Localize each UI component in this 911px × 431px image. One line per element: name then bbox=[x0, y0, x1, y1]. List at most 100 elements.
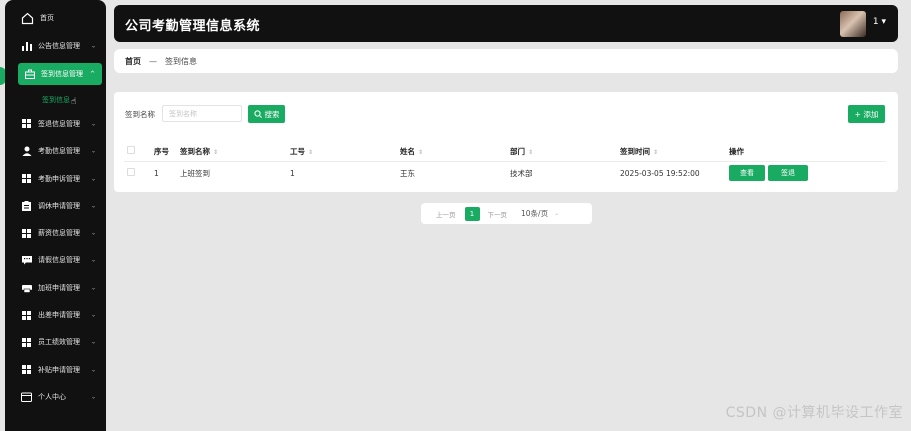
sidebar-item-label: 薪资信息管理 bbox=[38, 229, 80, 238]
sidebar-item-overtime[interactable]: 加班申请管理 ⌄ bbox=[5, 274, 106, 301]
col-name[interactable]: 签到名称 ⇕ bbox=[180, 142, 290, 162]
breadcrumb-home[interactable]: 首页 bbox=[125, 56, 141, 67]
message-icon bbox=[21, 255, 32, 266]
sidebar-subitem-checkin-info[interactable]: 签到信息 ☝ bbox=[5, 89, 106, 110]
grid-icon bbox=[21, 118, 32, 129]
chevron-down-icon: ⌄ bbox=[90, 393, 96, 401]
chevron-down-icon: ⌄ bbox=[90, 284, 96, 292]
pointer-cursor-icon: ☝ bbox=[71, 97, 77, 108]
next-page-button[interactable]: 下一页 bbox=[488, 209, 508, 219]
chevron-down-icon: ⌄ bbox=[90, 147, 96, 155]
user-icon bbox=[21, 146, 32, 157]
caret-down-icon: ▾ bbox=[881, 17, 886, 27]
user-menu[interactable]: 1 ▾ bbox=[873, 17, 886, 27]
sidebar-item-label: 出差申请管理 bbox=[38, 311, 80, 320]
watermark: CSDN @计算机毕设工作室 bbox=[725, 405, 903, 421]
sort-icon[interactable]: ⇕ bbox=[528, 149, 533, 156]
chevron-up-icon: ^ bbox=[89, 70, 95, 78]
sidebar-subitem-label: 签到信息 bbox=[42, 95, 70, 104]
search-icon bbox=[253, 110, 262, 118]
row-select-cell bbox=[124, 161, 154, 185]
chevron-down-icon: ⌄ bbox=[90, 175, 96, 183]
search-button[interactable]: 搜索 bbox=[248, 105, 285, 123]
sort-icon[interactable]: ⇕ bbox=[418, 149, 423, 156]
sidebar-item-business-trip[interactable]: 出差申请管理 ⌄ bbox=[5, 301, 106, 328]
sidebar-item-label: 考勤信息管理 bbox=[38, 147, 80, 156]
breadcrumb-current: 签到信息 bbox=[165, 56, 197, 66]
chevron-down-icon[interactable]: ⌄ bbox=[554, 210, 559, 217]
chevron-down-icon: ⌄ bbox=[90, 256, 96, 264]
col-dept[interactable]: 部门 ⇕ bbox=[510, 142, 620, 162]
sidebar-item-label: 调休申请管理 bbox=[38, 201, 80, 210]
sidebar-item-label: 请假信息管理 bbox=[38, 256, 80, 265]
sidebar-item-label: 公告信息管理 bbox=[38, 41, 80, 50]
sidebar-item-attendance[interactable]: 考勤信息管理 ⌄ bbox=[5, 138, 106, 165]
sort-icon[interactable]: ⇕ bbox=[213, 149, 218, 156]
prev-page-button[interactable]: 上一页 bbox=[436, 209, 456, 219]
page-size-select[interactable]: 10条/页 bbox=[521, 208, 548, 219]
search-label: 签到名称 bbox=[125, 110, 155, 119]
cell-actions: 查看 签退 bbox=[729, 161, 886, 185]
col-time[interactable]: 签到时间 ⇕ bbox=[620, 142, 729, 162]
sort-icon[interactable]: ⇕ bbox=[308, 149, 313, 156]
select-all-checkbox[interactable] bbox=[127, 146, 135, 155]
sidebar-item-label: 个人中心 bbox=[38, 392, 66, 401]
table-header-row: 序号 签到名称 ⇕ 工号 ⇕ 姓名 ⇕ 部门 ⇕ 签到时间 ⇕ 操作 bbox=[124, 142, 886, 162]
sidebar-item-checkout[interactable]: 签退信息管理 ⌄ bbox=[5, 110, 106, 137]
briefcase-icon bbox=[24, 69, 35, 80]
view-button[interactable]: 查看 bbox=[729, 165, 765, 182]
col-person[interactable]: 姓名 ⇕ bbox=[400, 142, 510, 162]
avatar[interactable] bbox=[840, 11, 866, 37]
grid-icon bbox=[21, 364, 32, 375]
col-index: 序号 bbox=[154, 142, 180, 162]
search-button-label: 搜索 bbox=[264, 109, 280, 119]
chevron-down-icon: ⌄ bbox=[90, 366, 96, 374]
page-1-button[interactable]: 1 bbox=[464, 206, 480, 221]
cell-emp-no: 1 bbox=[290, 168, 295, 178]
clipboard-icon bbox=[21, 200, 32, 211]
grid-icon bbox=[21, 337, 32, 348]
sidebar-item-subsidy[interactable]: 补贴申请管理 ⌄ bbox=[5, 356, 106, 383]
cell-index: 1 bbox=[154, 168, 159, 178]
grid-icon bbox=[21, 173, 32, 184]
sidebar-item-home[interactable]: 首页 bbox=[5, 0, 106, 32]
main-panel: 签到名称 搜索 + 添加 序号 签到名称⇕ 工号⇕ 姓名⇕ 部门⇕ 签到时间⇕ … bbox=[114, 92, 898, 192]
sidebar-item-label: 签退信息管理 bbox=[38, 119, 80, 128]
cell-dept: 技术部 bbox=[510, 168, 533, 178]
sidebar-item-checkin[interactable]: 签到信息管理 ^ bbox=[18, 63, 102, 86]
sidebar-item-leave[interactable]: 请假信息管理 ⌄ bbox=[5, 247, 106, 274]
sidebar-item-appeal[interactable]: 考勤申诉管理 ⌄ bbox=[5, 165, 106, 192]
username: 1 bbox=[872, 17, 879, 27]
sidebar-item-salary[interactable]: 薪资信息管理 ⌄ bbox=[5, 219, 106, 246]
home-icon bbox=[21, 12, 34, 25]
bar-chart-icon bbox=[21, 40, 32, 51]
grid-icon bbox=[21, 228, 32, 239]
printer-icon bbox=[21, 282, 32, 293]
top-header: 公司考勤管理信息系统 1 ▾ bbox=[114, 5, 898, 42]
col-emp-no[interactable]: 工号 ⇕ bbox=[290, 142, 400, 162]
table-row: 1 上班签到 1 王东 技术部 2025-03-05 19:52:00 查看 签退 bbox=[124, 161, 886, 185]
cell-person: 王东 bbox=[400, 168, 415, 178]
sort-icon[interactable]: ⇕ bbox=[653, 149, 658, 156]
row-checkbox[interactable] bbox=[127, 168, 135, 177]
sidebar-item-label: 首页 bbox=[40, 14, 54, 22]
sidebar-item-announcements[interactable]: 公告信息管理 ⌄ bbox=[5, 32, 106, 59]
sidebar-item-label: 签到信息管理 bbox=[41, 70, 83, 79]
sidebar-item-personal-center[interactable]: 个人中心 ⌄ bbox=[5, 383, 106, 410]
chevron-down-icon: ⌄ bbox=[90, 311, 96, 319]
chevron-down-icon: ⌄ bbox=[90, 202, 96, 210]
cell-time: 2025-03-05 19:52:00 bbox=[620, 168, 700, 178]
sidebar-item-label: 考勤申诉管理 bbox=[38, 174, 80, 183]
sidebar-item-performance[interactable]: 员工绩效管理 ⌄ bbox=[5, 329, 106, 356]
breadcrumb-separator: — bbox=[149, 56, 157, 66]
sign-out-button[interactable]: 签退 bbox=[768, 165, 808, 182]
col-actions: 操作 bbox=[729, 142, 886, 162]
search-input[interactable] bbox=[162, 105, 242, 122]
grid-icon bbox=[21, 310, 32, 321]
sidebar-item-leave-swap[interactable]: 调休申请管理 ⌄ bbox=[5, 192, 106, 219]
sidebar-item-label: 补贴申请管理 bbox=[38, 365, 80, 374]
add-button[interactable]: + 添加 bbox=[848, 105, 885, 123]
sidebar: 首页 公告信息管理 ⌄ 签到信息管理 ^ 签到信息 ☝ 签退信息管理 ⌄ 考勤信… bbox=[5, 0, 106, 431]
chevron-down-icon: ⌄ bbox=[90, 42, 96, 50]
pagination: 上一页 1 下一页 10条/页 ⌄ bbox=[421, 203, 592, 224]
